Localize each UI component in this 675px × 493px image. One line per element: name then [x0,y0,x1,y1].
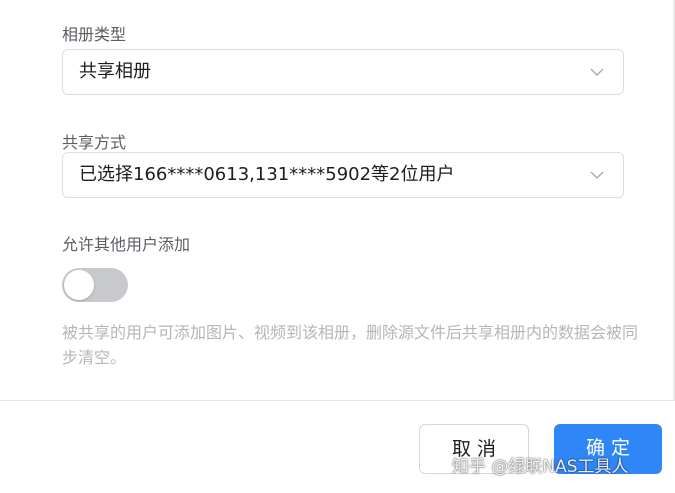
footer-divider [0,400,675,401]
album-type-value: 共享相册 [79,61,151,82]
allow-add-toggle[interactable] [62,268,128,302]
watermark-text: 知乎 @绿联NAS工具人 [452,457,629,477]
share-method-value: 已选择166****0613,131****5902等2位用户 [79,164,455,185]
share-album-dialog: 相册类型 共享相册 共享方式 已选择166****0613,131****590… [0,0,675,493]
chevron-down-icon [590,68,604,76]
allow-add-label: 允许其他用户添加 [62,235,191,254]
chevron-down-icon [590,171,604,179]
share-method-select[interactable]: 已选择166****0613,131****5902等2位用户 [62,152,624,198]
album-type-label: 相册类型 [62,25,127,44]
share-method-label: 共享方式 [62,133,127,152]
album-type-select[interactable]: 共享相册 [62,49,624,95]
toggle-knob [64,270,94,300]
allow-add-hint: 被共享的用户可添加图片、视频到该相册，删除源文件后共享相册内的数据会被同步清空。 [62,323,639,367]
